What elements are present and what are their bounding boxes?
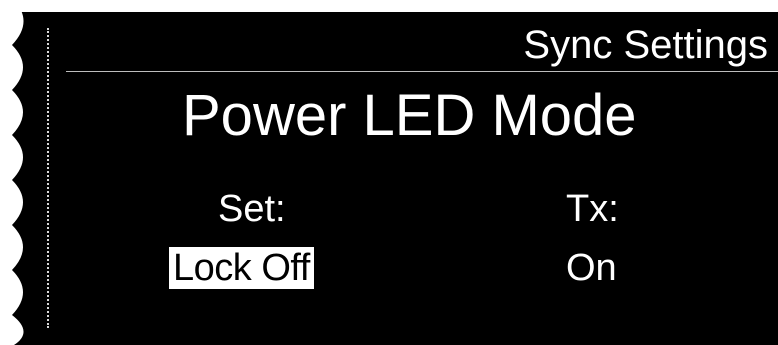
scalloped-edge <box>0 0 24 345</box>
tx-value: On <box>566 247 617 289</box>
left-dotted-divider <box>47 28 49 328</box>
menu-title: Sync Settings <box>523 23 768 67</box>
set-value-selector[interactable]: Lock Off <box>169 247 314 289</box>
page-title: Power LED Mode <box>182 83 637 148</box>
title-divider <box>66 71 778 72</box>
top-border <box>0 0 778 12</box>
device-display: Sync Settings Power LED Mode Set: Tx: Lo… <box>0 0 778 345</box>
set-label: Set: <box>218 188 286 230</box>
tx-label: Tx: <box>566 188 619 230</box>
